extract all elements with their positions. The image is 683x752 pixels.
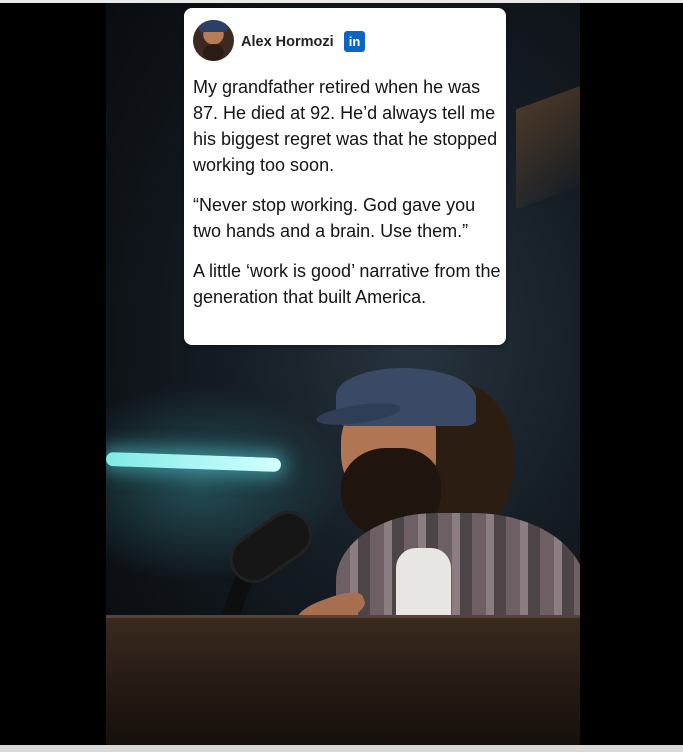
author-name: Alex Hormozi bbox=[241, 34, 334, 50]
post-paragraph: “Never stop working. God gave you two ha… bbox=[193, 195, 476, 241]
linkedin-post-card: Alex Hormozi in My grandfather retired w… bbox=[184, 8, 506, 345]
desk bbox=[106, 618, 580, 745]
wall-light bbox=[516, 76, 580, 210]
post-paragraph: A little ‘work is good’ narrative from t… bbox=[193, 261, 501, 307]
post-body: My grandfather retired when he was 87. H… bbox=[193, 74, 505, 324]
bottom-border bbox=[0, 745, 683, 752]
video-frame[interactable]: Alex Hormozi in My grandfather retired w… bbox=[106, 3, 580, 745]
avatar-icon bbox=[193, 20, 234, 61]
post-paragraph: My grandfather retired when he was 87. H… bbox=[193, 77, 498, 175]
linkedin-icon: in bbox=[344, 31, 365, 52]
